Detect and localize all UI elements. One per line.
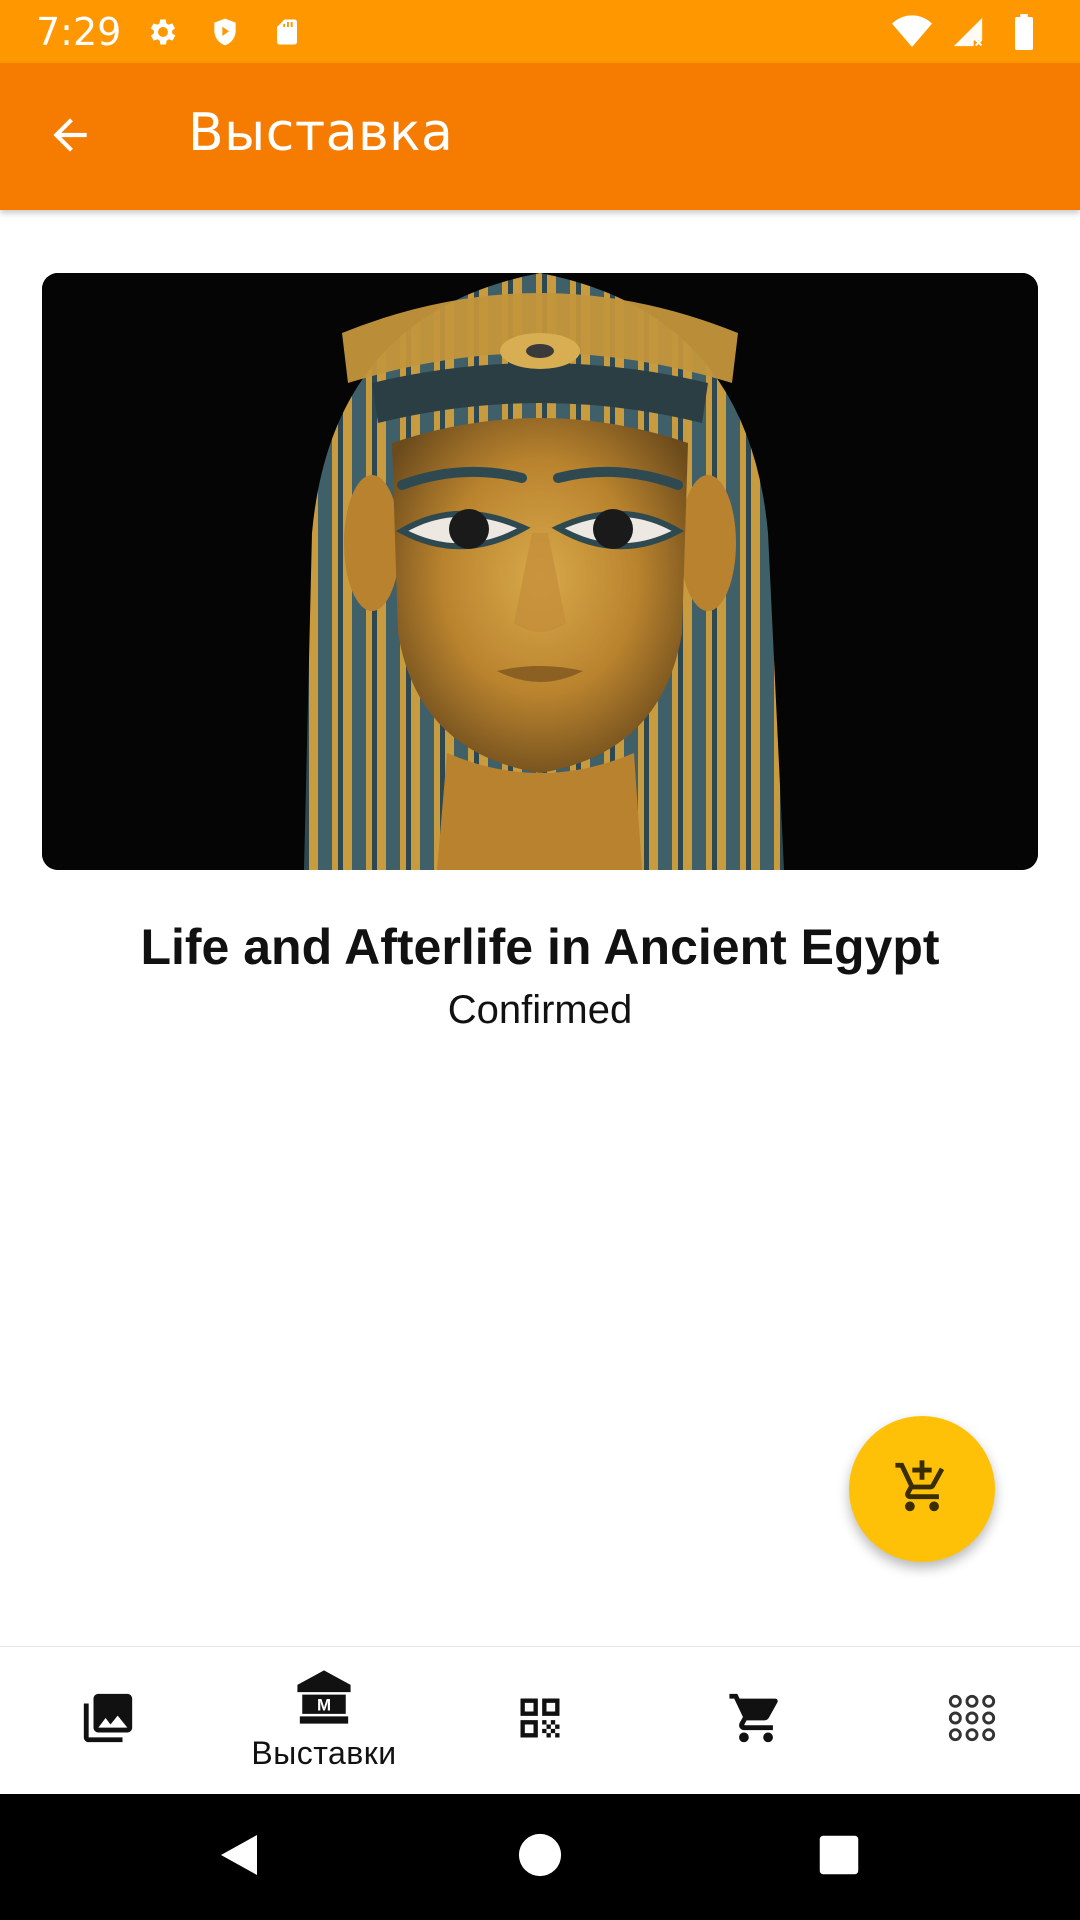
recents-square-icon (818, 1834, 860, 1881)
nav-item-cart[interactable] (648, 1647, 864, 1794)
status-right (892, 12, 1044, 52)
exhibit-title: Life and Afterlife in Ancient Egypt (140, 919, 940, 975)
wifi-icon (892, 12, 932, 52)
page-title: Выставка (188, 103, 454, 163)
sd-card-icon (267, 12, 307, 52)
app-bar: Выставка (0, 63, 1080, 210)
system-recents-button[interactable] (814, 1832, 864, 1882)
system-back-button[interactable] (214, 1832, 264, 1882)
qr-code-icon (514, 1692, 566, 1749)
status-time: 7:29 (36, 9, 122, 54)
system-home-button[interactable] (515, 1832, 565, 1882)
egyptian-mummy-mask-image[interactable] (42, 273, 1038, 870)
exhibit-status: Confirmed (447, 988, 633, 1032)
nav-item-qr[interactable] (432, 1647, 648, 1794)
museum-icon: M (295, 1669, 353, 1729)
shopping-cart-icon (727, 1689, 785, 1752)
signal-icon (948, 12, 988, 52)
status-left: 7:29 (36, 10, 307, 54)
gear-icon (143, 12, 183, 52)
nav-item-more[interactable] (864, 1647, 1080, 1794)
nav-item-gallery[interactable] (0, 1647, 216, 1794)
svg-text:M: M (317, 1695, 331, 1714)
shield-icon (205, 12, 245, 52)
add-to-cart-button[interactable] (849, 1416, 995, 1562)
back-triangle-icon (217, 1831, 261, 1884)
bottom-navigation: M Выставки (0, 1646, 1080, 1794)
photo-library-icon (79, 1689, 137, 1752)
system-navigation-bar (0, 1794, 1080, 1920)
screen: 7:29 Выставка Life and Afterlife in Anci… (0, 0, 1080, 1920)
nav-item-label: Выставки (251, 1734, 397, 1771)
battery-icon (1004, 12, 1044, 52)
arrow-back-icon (45, 110, 95, 165)
back-button[interactable] (34, 101, 106, 173)
home-circle-icon (517, 1832, 563, 1883)
status-bar: 7:29 (0, 0, 1080, 63)
add-shopping-cart-icon (893, 1458, 951, 1521)
apps-grid-icon (947, 1693, 997, 1748)
nav-item-exhibitions[interactable]: M Выставки (216, 1647, 432, 1794)
